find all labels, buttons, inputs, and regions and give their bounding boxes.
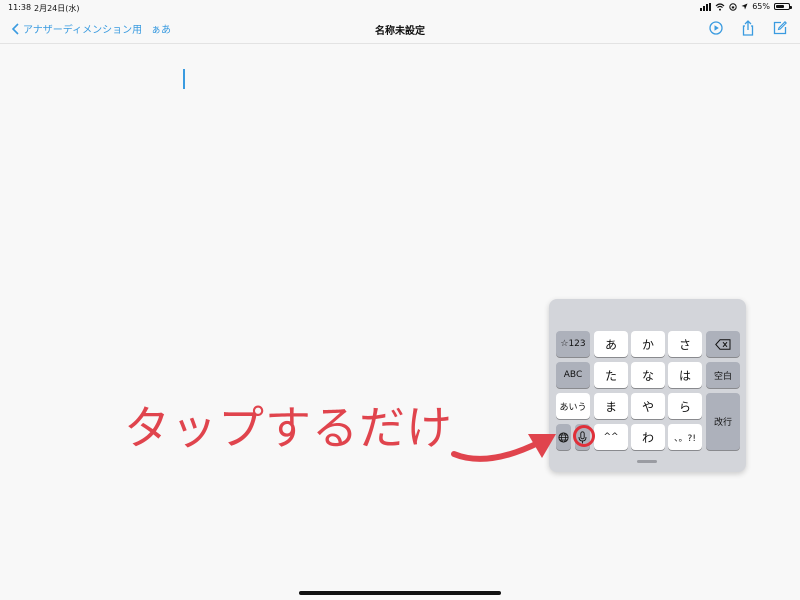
- play-circle-icon[interactable]: [708, 20, 724, 36]
- status-icons: 65%: [700, 2, 792, 11]
- backspace-key[interactable]: [706, 331, 740, 357]
- key-ta[interactable]: た: [594, 362, 628, 388]
- home-indicator[interactable]: [299, 591, 501, 595]
- key-wa[interactable]: わ: [631, 424, 665, 450]
- keyboard-drag-handle[interactable]: [637, 460, 657, 463]
- battery-percent: 65%: [752, 2, 770, 11]
- key-ya[interactable]: や: [631, 393, 665, 419]
- key-hiragana[interactable]: あいう: [556, 393, 590, 419]
- microphone-icon: [578, 430, 587, 443]
- status-bar: 11:38 2月24日(水) 65%: [0, 0, 800, 14]
- key-abc[interactable]: ABC: [556, 362, 590, 388]
- lock-rotation-icon: [729, 2, 737, 11]
- battery-fill: [776, 5, 784, 8]
- status-time: 11:38: [8, 3, 32, 12]
- page-title: 名称未設定: [375, 26, 425, 37]
- battery-icon: [774, 3, 792, 10]
- backspace-icon: [715, 338, 731, 350]
- key-numbers[interactable]: ☆123: [556, 331, 590, 357]
- nav-actions: [708, 20, 788, 36]
- text-cursor: [183, 69, 185, 89]
- signal-icon: [700, 2, 712, 11]
- key-ma[interactable]: ま: [594, 393, 628, 419]
- key-return[interactable]: 改行: [706, 393, 740, 450]
- wifi-icon: [715, 2, 725, 11]
- key-punctuation[interactable]: 、。?!: [668, 424, 702, 450]
- key-na[interactable]: な: [631, 362, 665, 388]
- key-ka[interactable]: か: [631, 331, 665, 357]
- key-a[interactable]: あ: [594, 331, 628, 357]
- status-date: 2月24日(水): [34, 4, 80, 13]
- annotation-label: タップするだけ: [124, 401, 453, 455]
- key-ra[interactable]: ら: [668, 393, 702, 419]
- key-sa[interactable]: さ: [668, 331, 702, 357]
- location-icon: [741, 3, 748, 10]
- mic-key[interactable]: [575, 424, 590, 450]
- share-icon[interactable]: [740, 20, 756, 36]
- key-space[interactable]: 空白: [706, 362, 740, 388]
- key-ha[interactable]: は: [668, 362, 702, 388]
- key-emoticon[interactable]: ^^: [594, 424, 628, 450]
- compose-icon[interactable]: [772, 20, 788, 36]
- navigation-bar: アナザーディメンション用 ぁあ 名称未設定: [0, 14, 800, 44]
- arrow-icon: [451, 434, 556, 462]
